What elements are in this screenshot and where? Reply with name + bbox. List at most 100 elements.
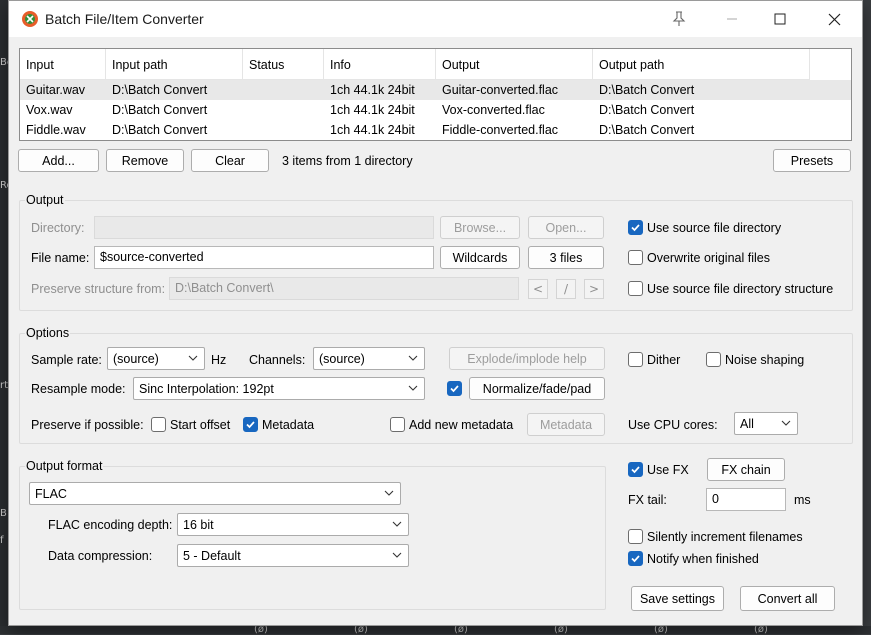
sample-rate-dropdown[interactable]: (source) [107, 347, 205, 370]
cpu-cores-dropdown[interactable]: All [734, 412, 798, 435]
flac-depth-dropdown[interactable]: 16 bit [177, 513, 409, 536]
column-header-output[interactable]: Output [436, 49, 593, 80]
noise-shaping-label: Noise shaping [725, 353, 805, 367]
add-button[interactable]: Add... [18, 149, 99, 172]
use-source-dir-checkbox[interactable] [628, 220, 643, 235]
files-count-button[interactable]: 3 files [528, 246, 604, 269]
title-bar[interactable]: Batch File/Item Converter [9, 1, 862, 37]
clear-button[interactable]: Clear [191, 149, 269, 172]
cell-info: 1ch 44.1k 24bit [330, 83, 415, 97]
overwrite-checkbox[interactable] [628, 250, 643, 265]
sample-rate-value: (source) [113, 352, 159, 366]
flac-depth-value: 16 bit [183, 518, 214, 532]
chevron-down-icon [781, 420, 791, 426]
cell-output: Fiddle-converted.flac [442, 123, 559, 137]
sample-rate-label: Sample rate: [31, 353, 102, 367]
fx-tail-unit: ms [794, 493, 811, 507]
hz-label: Hz [211, 353, 227, 367]
fx-tail-input[interactable]: 0 [706, 488, 786, 511]
table-row[interactable]: Guitar.wav D:\Batch Convert 1ch 44.1k 24… [20, 80, 851, 100]
fx-chain-button[interactable]: FX chain [707, 458, 785, 481]
normalize-checkbox[interactable] [447, 381, 462, 396]
overwrite-label: Overwrite original files [647, 251, 770, 265]
preserve-prev-button[interactable]: < [528, 279, 548, 299]
preserve-root-button[interactable]: / [556, 279, 576, 299]
cell-output-path: D:\Batch Convert [599, 123, 695, 137]
save-settings-button[interactable]: Save settings [631, 586, 724, 611]
notify-finished-label: Notify when finished [647, 552, 759, 566]
notify-finished-checkbox[interactable] [628, 551, 643, 566]
file-list[interactable]: Input Input path Status Info Output Outp… [19, 48, 852, 141]
channels-dropdown[interactable]: (source) [313, 347, 425, 370]
channels-value: (source) [319, 352, 365, 366]
preserve-structure-label: Preserve structure from: [31, 282, 166, 296]
batch-converter-window: Batch File/Item Converter Input Input pa… [8, 0, 863, 626]
metadata-button[interactable]: Metadata [527, 413, 605, 436]
use-fx-checkbox[interactable] [628, 462, 643, 477]
directory-label: Directory: [31, 221, 85, 235]
metadata-checkbox[interactable] [243, 417, 258, 432]
cell-output: Vox-converted.flac [442, 103, 545, 117]
cell-output-path: D:\Batch Convert [599, 83, 695, 97]
flac-depth-label: FLAC encoding depth: [48, 518, 173, 532]
format-value: FLAC [35, 487, 67, 501]
start-offset-checkbox[interactable] [151, 417, 166, 432]
background-label: B [0, 508, 7, 519]
column-header-status[interactable]: Status [243, 49, 324, 80]
chevron-down-icon [384, 490, 394, 496]
column-header-info[interactable]: Info [324, 49, 436, 80]
preserve-next-button[interactable]: > [584, 279, 604, 299]
explode-implode-help-button[interactable]: Explode/implode help [449, 347, 605, 370]
reaper-app-icon [22, 11, 38, 27]
cpu-cores-value: All [740, 417, 754, 431]
background-label: rt [0, 380, 9, 391]
data-compression-dropdown[interactable]: 5 - Default [177, 544, 409, 567]
presets-button[interactable]: Presets [773, 149, 851, 172]
add-metadata-checkbox[interactable] [390, 417, 405, 432]
silently-increment-checkbox[interactable] [628, 529, 643, 544]
column-header-output-path[interactable]: Output path [593, 49, 810, 80]
open-button[interactable]: Open... [528, 216, 604, 239]
dither-checkbox[interactable] [628, 352, 643, 367]
background-label: f [0, 535, 4, 546]
chevron-down-icon [188, 355, 198, 361]
table-row[interactable]: Fiddle.wav D:\Batch Convert 1ch 44.1k 24… [20, 120, 851, 140]
normalize-fade-pad-button[interactable]: Normalize/fade/pad [469, 377, 605, 400]
format-dropdown[interactable]: FLAC [29, 482, 401, 505]
cell-input: Fiddle.wav [26, 123, 86, 137]
resample-mode-value: Sinc Interpolation: 192pt [139, 382, 274, 396]
column-header-input[interactable]: Input [20, 49, 106, 80]
resample-mode-dropdown[interactable]: Sinc Interpolation: 192pt [133, 377, 425, 400]
chevron-down-icon [392, 521, 402, 527]
minimize-icon[interactable] [709, 1, 755, 37]
wildcards-button[interactable]: Wildcards [440, 246, 520, 269]
table-row[interactable]: Vox.wav D:\Batch Convert 1ch 44.1k 24bit… [20, 100, 851, 120]
cell-output-path: D:\Batch Convert [599, 103, 695, 117]
cpu-cores-label: Use CPU cores: [628, 418, 718, 432]
column-header-input-path[interactable]: Input path [106, 49, 243, 80]
directory-field[interactable] [94, 216, 434, 239]
preserve-structure-field[interactable]: D:\Batch Convert\ [169, 277, 519, 300]
resample-mode-label: Resample mode: [31, 382, 126, 396]
convert-all-button[interactable]: Convert all [740, 586, 835, 611]
list-header: Input Input path Status Info Output Outp… [20, 49, 810, 80]
chevron-down-icon [392, 552, 402, 558]
remove-button[interactable]: Remove [106, 149, 184, 172]
close-icon[interactable] [811, 1, 857, 37]
use-source-dir-label: Use source file directory [647, 221, 782, 235]
output-format-title: Output format [25, 459, 104, 473]
data-compression-label: Data compression: [48, 549, 153, 563]
items-summary: 3 items from 1 directory [282, 154, 413, 168]
filename-label: File name: [31, 251, 90, 265]
channels-label: Channels: [249, 353, 306, 367]
noise-shaping-checkbox[interactable] [706, 352, 721, 367]
cell-input-path: D:\Batch Convert [112, 83, 208, 97]
browse-button[interactable]: Browse... [440, 216, 520, 239]
pin-icon[interactable] [656, 1, 702, 37]
use-source-structure-checkbox[interactable] [628, 281, 643, 296]
cell-info: 1ch 44.1k 24bit [330, 103, 415, 117]
filename-input[interactable]: $source-converted [94, 246, 434, 269]
add-metadata-label: Add new metadata [409, 418, 514, 432]
maximize-icon[interactable] [757, 1, 803, 37]
output-group-title: Output [25, 193, 65, 207]
